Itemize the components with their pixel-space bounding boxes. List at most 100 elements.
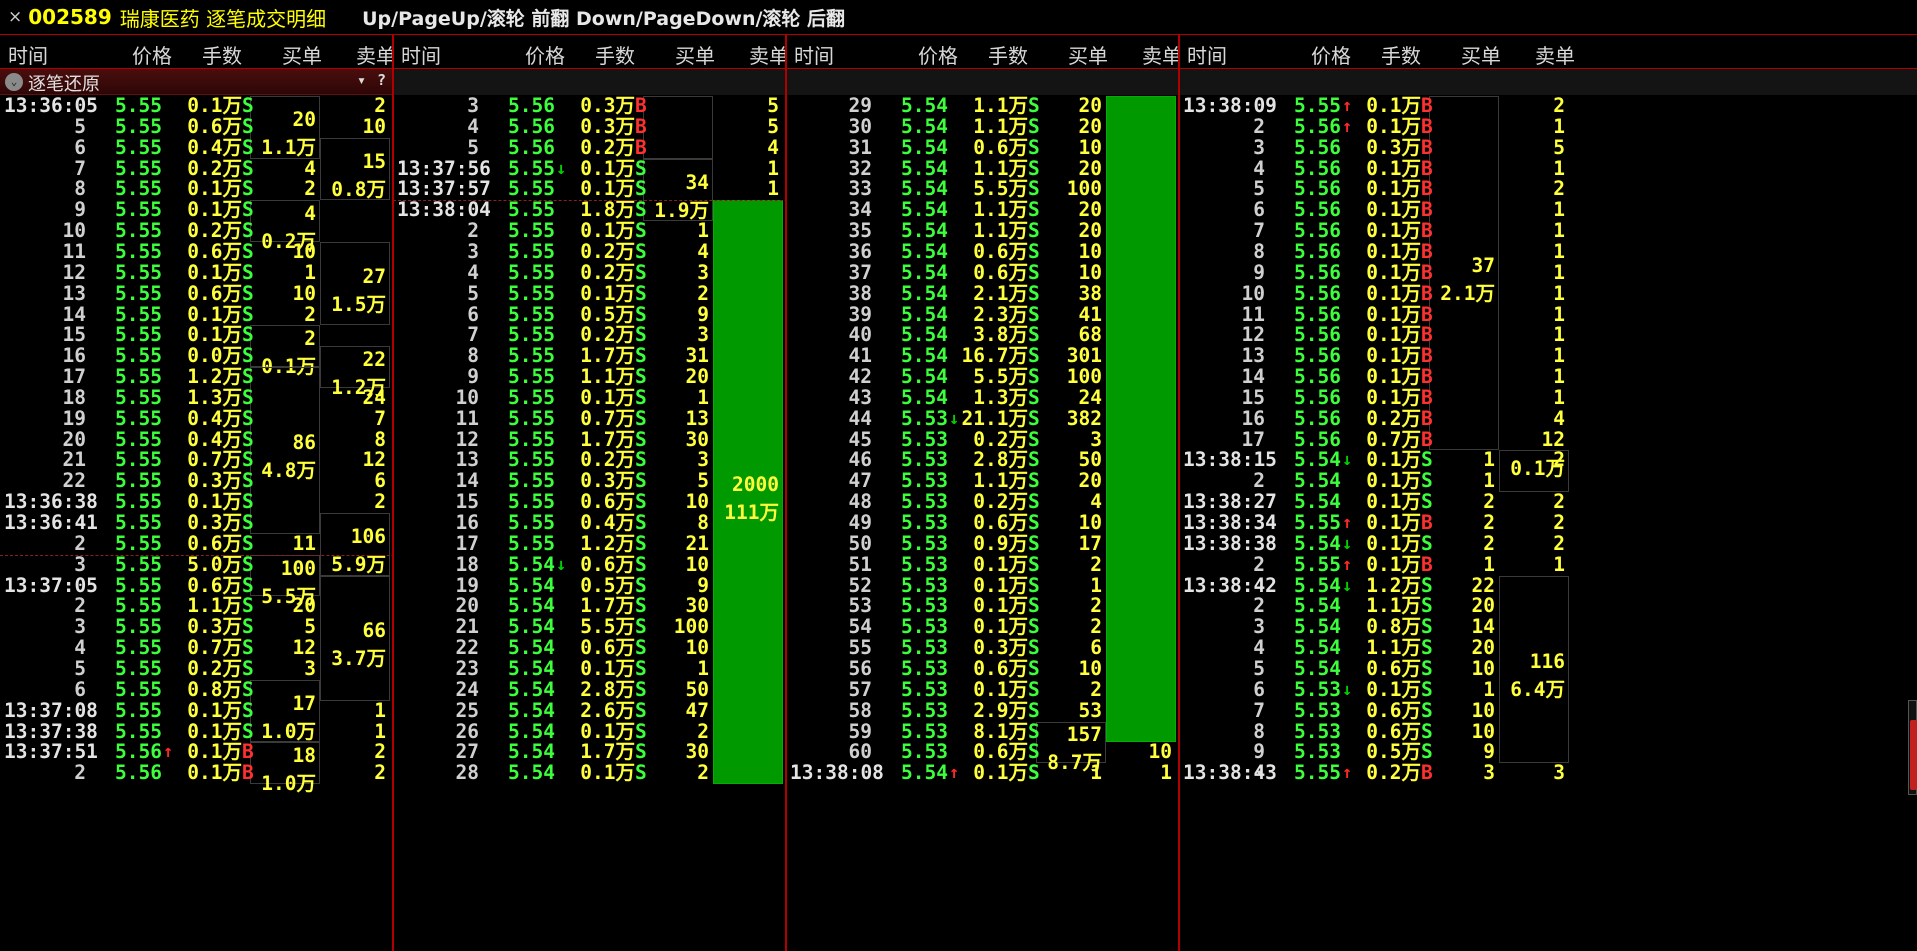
tick-row: 16 5.55 0.0万 S [0, 345, 393, 367]
sell-order-size: 1 [1553, 302, 1565, 326]
sell-order-size: 2 [374, 761, 386, 785]
buy-order-size: 13 [685, 406, 709, 430]
tick-row: 5 5.55 0.2万 S 3 [0, 658, 393, 680]
tick-direction: B [1421, 177, 1433, 201]
tick-volume: 0.6万 [973, 260, 1028, 284]
buy-order-size: 20 [1078, 156, 1102, 180]
header-price: 价格 [132, 44, 172, 68]
tick-volume: 0.1万 [187, 761, 242, 785]
tick-volume: 0.1万 [187, 177, 242, 201]
buy-order-size: 2 [1090, 552, 1102, 576]
scrollbar-thumb[interactable] [1910, 720, 1917, 790]
tick-row: 19 5.54 0.5万 S 9 [393, 573, 786, 597]
column-header: 时间 价格 手数 买单 卖单 [1179, 35, 1917, 69]
tick-row: 34 5.54 1.1万 S 20 [786, 199, 1179, 221]
tick-price: 5.55 [115, 552, 162, 576]
tick-price: 5.55 [115, 636, 162, 660]
buy-order-size: 10 [1078, 511, 1102, 534]
tick-row: 3 5.55 5.0万 S [0, 552, 393, 576]
tick-direction: B [1421, 365, 1433, 389]
tick-row: 24 5.54 2.8万 S 50 [393, 677, 786, 701]
sell-order-size: 1 [1160, 761, 1172, 785]
tick-column: 时间 价格 手数 买单 卖单 34 1.9万 2000 111万 3 5.56 0.3万 B 5 4 5.56… [393, 35, 786, 951]
tick-price: 5.54 [901, 761, 948, 785]
tick-price: 5.55 [508, 385, 555, 409]
buy-order-size: 1 [697, 385, 709, 409]
tick-volume: 1.3万 [187, 385, 242, 409]
buy-order-size: 47 [685, 698, 709, 722]
tick-volume: 0.1万 [580, 177, 635, 201]
header-sell: 卖单 [1535, 44, 1575, 68]
tick-price: 5.55 [115, 260, 162, 284]
tick-row: 11 5.55 0.7万 S 13 [393, 406, 786, 430]
tick-price: 5.53 [901, 719, 948, 743]
sell-order-size: 1 [1553, 385, 1565, 409]
tick-volume: 1.3万 [973, 385, 1028, 409]
tick-volume: 1.1万 [973, 156, 1028, 180]
buy-order-size: 38 [1078, 281, 1102, 305]
buy-order-size: 301 [1066, 344, 1102, 368]
header-buy: 买单 [675, 44, 715, 68]
tick-row: 27 5.54 1.7万 S 30 [393, 740, 786, 764]
tick-row: 12 5.56 0.1万 B 1 [1179, 324, 1659, 346]
tick-volume: 2.8万 [580, 677, 635, 701]
tick-volume: 5.5万 [580, 615, 635, 639]
tick-row: 56 5.53 0.6万 S 10 [786, 658, 1179, 680]
tick-price: 5.55 [508, 365, 555, 389]
tick-volume: 1.7万 [580, 740, 635, 764]
tick-volume: 0.1万 [973, 573, 1028, 597]
sell-order-size: 10 [1148, 740, 1172, 764]
tick-price: 5.53 [901, 531, 948, 555]
tick-price: 5.55 [508, 281, 555, 305]
tick-volume: 1.8万 [580, 198, 635, 222]
tick-volume: 0.6万 [973, 511, 1028, 534]
buy-order-size: 3 [697, 448, 709, 472]
tick-direction: S [242, 427, 254, 451]
sell-order-size: 1 [1553, 198, 1565, 222]
tick-price: 5.54 [901, 135, 948, 159]
filter-icon[interactable]: ▾ [357, 71, 366, 89]
tick-volume: 1.1万 [973, 114, 1028, 138]
sell-order-size: 8 [374, 427, 386, 451]
tick-row: 13:38:43 5.55 ↑ 0.2万 B 3 3 ▾ [1179, 762, 1659, 784]
tick-direction: B [635, 94, 647, 117]
tick-volume: 1.1万 [187, 594, 242, 618]
tick-rows: 34 1.9万 2000 111万 3 5.56 0.3万 B 5 4 5.56 0.3万 B 5 5 5.5… [393, 94, 786, 951]
buy-order-size: 1 [304, 260, 316, 284]
tick-row: 9 5.55 1.1万 S 20 [393, 365, 786, 389]
tick-price: 5.53 [901, 615, 948, 639]
tick-row: 13:38:09 5.55 ↑ 0.1万 B 2 [1179, 95, 1659, 117]
tick-volume: 0.3万 [580, 469, 635, 493]
tick-direction: B [1421, 156, 1433, 180]
tick-row: 9 5.55 0.1万 S [0, 199, 393, 221]
help-icon[interactable]: ? [377, 71, 386, 89]
tick-volume: 3.8万 [973, 323, 1028, 347]
tick-price: 5.55 [508, 469, 555, 493]
tick-price: 5.55 [508, 177, 555, 201]
buy-order-size: 2 [697, 281, 709, 305]
tick-price: 5.56 [1294, 365, 1341, 389]
tick-volume: 1.1万 [973, 469, 1028, 493]
tick-price: 5.53 [901, 490, 948, 514]
header-vol: 手数 [202, 44, 242, 68]
tick-row: 35 5.54 1.1万 S 20 [786, 220, 1179, 242]
tick-volume: 0.7万 [580, 406, 635, 430]
tick-direction: B [1421, 302, 1433, 326]
tick-volume: 0.1万 [1366, 239, 1421, 263]
tick-volume: 2.1万 [973, 281, 1028, 305]
buy-order-size: 20 [1471, 594, 1495, 618]
tick-direction: S [1028, 740, 1040, 764]
tick-volume: 0.1万 [580, 385, 635, 409]
tick-row: 16 5.56 0.2万 B 4 [1179, 408, 1659, 430]
tick-volume: 5.5万 [973, 365, 1028, 389]
close-icon[interactable]: × [8, 7, 22, 27]
tick-volume: 0.3万 [1366, 135, 1421, 159]
tick-volume: 0.3万 [187, 615, 242, 639]
tick-direction: B [1421, 135, 1433, 159]
tick-direction: B [1421, 427, 1433, 451]
tick-row: 8 5.55 1.7万 S 31 [393, 345, 786, 367]
collapse-icon[interactable]: ⌄ [5, 73, 23, 91]
buy-order-size: 9 [697, 573, 709, 597]
tick-volume: 0.1万 [1366, 552, 1421, 576]
tick-price: 5.56 [508, 135, 555, 159]
